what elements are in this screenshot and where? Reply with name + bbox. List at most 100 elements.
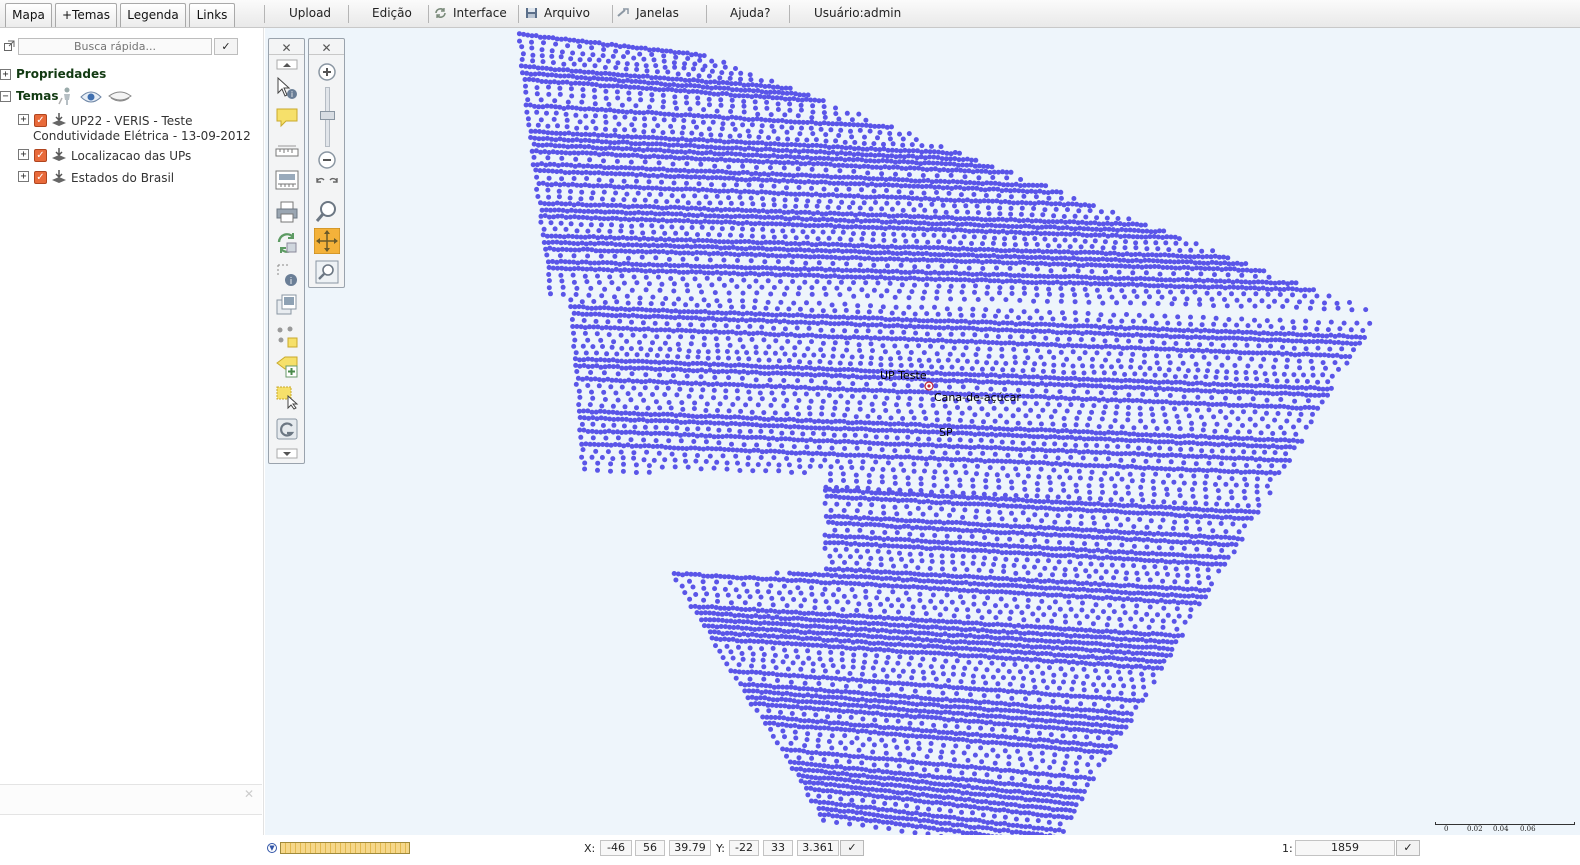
sensor-point [619,358,625,364]
sensor-point [572,337,578,343]
sensor-point [719,226,725,232]
info-panel-close-button[interactable]: ✕ [244,787,254,801]
sensor-point [806,210,812,215]
expand-propriedades-icon[interactable]: + [0,69,11,80]
sensor-point [582,106,588,112]
sensor-point [941,233,947,238]
sensor-point [1218,261,1223,266]
sensor-point [753,252,759,258]
sensor-point [872,335,878,341]
sensor-point [1075,256,1081,262]
sensor-point [628,159,634,165]
layer-label[interactable]: Localizacao das UPs [71,149,191,163]
sensor-point [975,297,981,302]
layer-visibility-checkbox[interactable]: ✓ [34,149,47,162]
sensor-point [1143,288,1149,294]
sensor-point [542,149,548,155]
tab-temas[interactable]: +Temas [55,3,117,27]
menu-upload[interactable]: Upload [289,0,331,27]
sensor-point [989,164,995,170]
sensor-point [1143,270,1149,276]
sensor-point [650,172,656,178]
sensor-point [895,164,901,170]
tree-temas[interactable]: Temas [16,89,58,103]
sensor-point [757,94,763,99]
sensor-point [680,380,686,386]
sensor-point [624,191,630,197]
sensor-point [1149,313,1155,319]
sensor-point [840,249,845,254]
sensor-point [890,323,896,329]
sensor-point [767,377,773,383]
sensor-point [637,51,643,57]
sensor-point [871,231,876,237]
sensor-point [569,207,574,213]
layer-label[interactable]: UP22 - VERIS - Teste [71,114,193,128]
sensor-point [573,292,579,297]
sensor-point [572,214,578,220]
eye-icon[interactable] [80,90,102,104]
sensor-point [670,373,676,379]
search-input[interactable] [18,38,212,55]
sensor-point [637,300,643,306]
sensor-point [813,149,819,155]
map-canvas[interactable]: UP Teste Cana-de-açúcar SP ✕ i i ✕ [265,28,1580,835]
sensor-point [1061,370,1067,375]
collapse-temas-icon[interactable]: − [0,91,11,102]
sensor-point [1161,228,1167,234]
sensor-point [737,213,742,219]
sensor-point [828,127,834,133]
sensor-point [559,278,565,284]
layer-visibility-checkbox[interactable]: ✓ [34,171,47,184]
sensor-point [621,242,627,248]
menu-usuario[interactable]: Usuário:admin [814,0,901,27]
layers-icon[interactable] [108,91,132,103]
sensor-point [868,361,874,366]
menu-interface[interactable]: Interface [434,0,507,27]
sensor-point [1225,355,1231,361]
layer-download-icon[interactable] [51,112,67,128]
expand-layer-icon[interactable]: + [18,171,29,182]
layer-download-icon[interactable] [51,147,67,163]
search-submit-button[interactable]: ✓ [214,38,238,55]
sensor-point [694,250,700,255]
sensor-point [887,136,893,142]
sensor-point [805,120,810,125]
sensor-point [1125,275,1131,281]
sensor-point [575,241,581,247]
sensor-point [683,302,689,308]
expand-layer-icon[interactable]: + [18,114,29,125]
popout-icon[interactable] [4,40,15,51]
sensor-point [798,222,804,228]
expand-layer-icon[interactable]: + [18,149,29,160]
layer-label[interactable]: Estados do Brasil [71,171,174,185]
sensor-point [906,295,912,301]
sensor-point [616,235,622,241]
menu-edicao[interactable]: Edição [372,0,412,27]
menu-arquivo[interactable]: Arquivo [525,0,590,27]
tree-propriedades[interactable]: Propriedades [16,67,106,81]
sensor-point [922,195,928,201]
sensor-point [977,198,983,204]
layer-download-icon[interactable] [51,169,67,185]
sensor-point [719,251,725,257]
sensor-point [965,209,971,215]
menu-ajuda[interactable]: Ajuda? [730,0,771,27]
sensor-point [707,168,713,174]
sensor-point [553,73,559,78]
tab-legenda[interactable]: Legenda [120,3,186,27]
sensor-point [1210,335,1216,340]
tab-mapa[interactable]: Mapa [5,3,52,27]
sensor-point [637,141,643,147]
sensor-point [1202,327,1208,333]
person-icon[interactable] [56,86,74,106]
menu-janelas[interactable]: Janelas [617,0,679,27]
sensor-point [1151,332,1157,338]
sensor-point [750,227,756,233]
tab-links[interactable]: Links [189,3,235,27]
sensor-point [589,356,595,362]
sensor-point [865,328,871,334]
menu-arquivo-label: Arquivo [544,6,590,20]
layer-visibility-checkbox[interactable]: ✓ [34,114,47,127]
sensor-point [1213,315,1219,321]
